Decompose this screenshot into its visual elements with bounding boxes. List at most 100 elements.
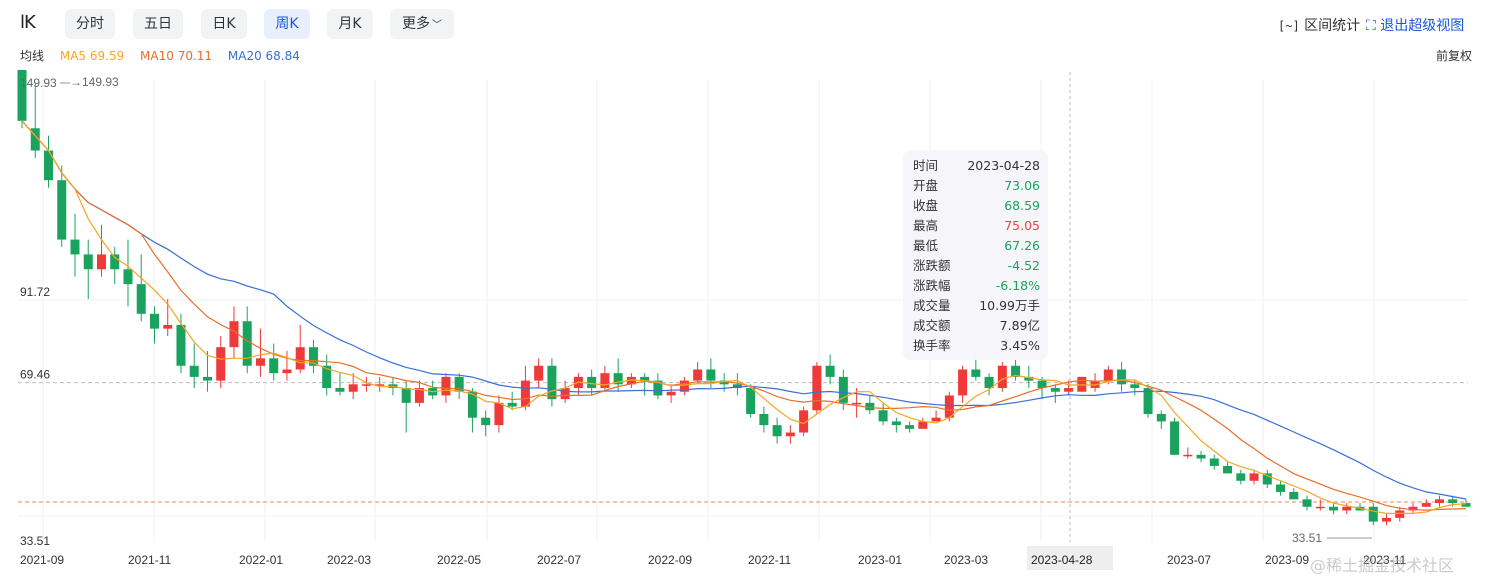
candle-body — [1103, 369, 1113, 381]
candle-body — [547, 365, 557, 400]
min-price-label: 33.51 — [1292, 531, 1322, 545]
tooltip-key: 成交量 — [913, 298, 951, 313]
candle-body — [163, 324, 173, 329]
x-axis-label: 2023-09 — [1265, 553, 1309, 567]
candle-body — [1064, 388, 1074, 392]
tooltip-key: 开盘 — [913, 178, 939, 193]
tab-five-day[interactable]: 五日 — [133, 9, 183, 39]
tooltip-row: 成交额 7.89亿 — [913, 316, 1040, 336]
candle-body — [1315, 506, 1325, 509]
candlestick-chart[interactable]: 91.72 69.46 33.51 149.93 →149.93 33.51 2021-09… — [0, 70, 1501, 579]
candle-body — [1249, 473, 1259, 481]
candle-body — [891, 421, 901, 426]
exit-super-view-button[interactable]: ⛶ 退出超级视图 — [1366, 15, 1464, 35]
y-axis-label: 33.51 — [20, 534, 50, 548]
candle-body — [1421, 503, 1431, 507]
x-axis-label: 2023-03 — [944, 553, 988, 567]
candle-body — [1050, 388, 1060, 392]
candle-body — [1156, 413, 1166, 422]
candle-body — [1302, 499, 1312, 507]
watermark: @稀土掘金技术社区 — [1310, 556, 1455, 575]
candle-body — [1077, 376, 1087, 392]
candle-body — [1196, 454, 1206, 459]
tab-daily-k[interactable]: 日K — [201, 9, 247, 39]
tooltip-row: 涨跌额 -4.52 — [913, 256, 1040, 276]
y-axis-label: 91.72 — [20, 285, 50, 299]
candle-body — [202, 376, 212, 381]
tab-monthly-k[interactable]: 月K — [327, 9, 373, 39]
tooltip-value: -4.52 — [1007, 258, 1040, 273]
tab-intraday[interactable]: 分时 — [65, 9, 115, 39]
tooltip-row: 时间 2023-04-28 — [913, 156, 1040, 176]
candle-body — [282, 369, 292, 374]
x-axis-label: 2023-07 — [1167, 553, 1211, 567]
ma-legend: 均线 MA5 69.59 MA10 70.11 MA20 68.84 — [20, 47, 312, 64]
candle-body — [83, 254, 93, 270]
candle-body — [295, 347, 305, 370]
candle-body — [348, 384, 358, 392]
candle-body — [216, 347, 226, 381]
candle-body — [441, 376, 451, 396]
candle-body — [560, 388, 570, 400]
tooltip-value: 3.45% — [1000, 338, 1040, 353]
candle-body — [931, 417, 941, 422]
y-axis-label: 69.46 — [20, 368, 50, 382]
candle-body — [1183, 454, 1193, 457]
candle-body — [759, 413, 769, 426]
candle-body — [189, 365, 199, 377]
tooltip-value: 75.05 — [1004, 218, 1040, 233]
candle-body — [1209, 458, 1219, 466]
chart-logo-icon: lK — [20, 12, 36, 33]
x-axis-label: 2022-07 — [537, 553, 581, 567]
candle-tooltip: 时间 2023-04-28 开盘 73.06 收盘 68.59 最高 75.05 最低 67.26… — [903, 150, 1048, 360]
tooltip-key: 时间 — [913, 158, 939, 173]
candle-body — [1395, 510, 1405, 518]
tooltip-row: 成交量 10.99万手 — [913, 296, 1040, 316]
candle-body — [918, 421, 928, 429]
x-axis-label: 2021-11 — [128, 553, 171, 567]
ma5-label: MA5 69.59 — [59, 49, 125, 63]
tooltip-row: 收盘 68.59 — [913, 196, 1040, 216]
x-axis-label: 2022-11 — [748, 553, 791, 567]
candle-body — [772, 425, 782, 437]
ma-legend-label: 均线 — [20, 49, 45, 63]
candle-body — [587, 376, 597, 389]
ma20-line — [21, 120, 1467, 500]
candle-body — [958, 369, 968, 396]
tooltip-value: 67.26 — [1004, 238, 1040, 253]
exit-super-view-label: 退出超级视图 — [1380, 18, 1465, 34]
tab-weekly-k[interactable]: 周K — [264, 9, 310, 39]
price-adjustment-toggle[interactable]: 前复权 — [1436, 47, 1472, 64]
candle-body — [1329, 506, 1339, 511]
candle-body — [242, 321, 252, 366]
tab-more[interactable]: 更多 ﹀ — [390, 9, 454, 39]
x-axis-label: 2022-03 — [327, 553, 371, 567]
range-stats-button[interactable]: [~] 区间统计 — [1278, 15, 1360, 35]
range-stats-icon: [~] — [1278, 19, 1300, 33]
ma10-label: MA10 70.11 — [140, 49, 213, 63]
candle-body — [1382, 517, 1392, 522]
tooltip-value: 10.99万手 — [979, 298, 1040, 313]
candle-body — [971, 369, 981, 377]
candle-body — [825, 365, 835, 377]
candle-body — [361, 384, 371, 386]
candle-body — [70, 239, 80, 255]
tooltip-value: 7.89亿 — [999, 318, 1040, 333]
tooltip-value: 73.06 — [1004, 178, 1040, 193]
x-axis-label: 2022-09 — [648, 553, 692, 567]
candle-body — [136, 284, 146, 314]
tooltip-key: 换手率 — [913, 338, 951, 353]
x-axis-label: 2022-05 — [437, 553, 481, 567]
ma5-line — [21, 120, 1467, 514]
tooltip-row: 涨跌幅 -6.18% — [913, 276, 1040, 296]
candle-body — [812, 365, 822, 411]
candle-body — [1276, 484, 1286, 492]
max-price-label: 149.93 — [20, 76, 57, 90]
tooltip-key: 涨跌幅 — [913, 278, 951, 293]
candle-body — [746, 388, 756, 414]
tooltip-key: 最高 — [913, 218, 939, 233]
x-axis-label: 2022-01 — [239, 553, 283, 567]
tooltip-row: 换手率 3.45% — [913, 336, 1040, 356]
tooltip-value: -6.18% — [995, 278, 1040, 293]
candle-body — [785, 432, 795, 437]
